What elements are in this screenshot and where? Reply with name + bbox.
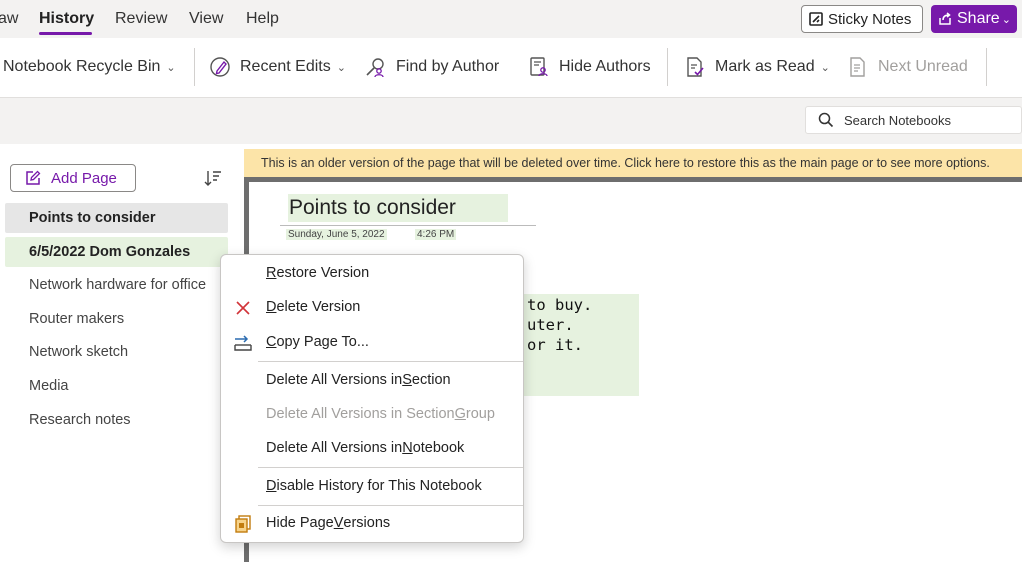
search-icon — [818, 112, 834, 128]
older-version-banner[interactable]: This is an older version of the page tha… — [244, 149, 1022, 177]
copy-page-to-label: opy Page To... — [276, 334, 369, 350]
delete-all-section-group-label-pre: Delete All Versions in Section — [266, 406, 455, 422]
restore-version-label: estore Version — [276, 265, 370, 281]
page-item[interactable]: Media — [5, 371, 228, 401]
title-divider — [280, 225, 536, 226]
copy-page-to-icon — [233, 333, 253, 353]
delete-x-icon — [233, 298, 253, 318]
ribbon-divider — [194, 48, 195, 86]
mark-as-read-button[interactable]: Mark as Read ⌄ — [683, 55, 830, 79]
delete-version-label: elete Version — [276, 299, 361, 315]
restore-version-accesskey: R — [266, 265, 277, 281]
delete-all-versions-notebook-item[interactable]: Delete All Versions in Notebook — [221, 433, 523, 463]
menu-review[interactable]: Review — [115, 10, 167, 28]
copy-page-to-accesskey: C — [266, 334, 277, 350]
menu-separator — [258, 361, 523, 362]
page-item[interactable]: Research notes — [5, 405, 228, 435]
page-versions-icon — [233, 514, 253, 534]
sort-icon[interactable] — [203, 168, 223, 188]
hide-page-versions-label-pre: Hide Page — [266, 515, 334, 531]
notebook-recycle-bin-label: Notebook Recycle Bin — [3, 58, 161, 75]
page-time: 4:26 PM — [415, 229, 457, 240]
mark-as-read-icon — [687, 57, 704, 77]
chevron-down-icon: ⌄ — [820, 61, 830, 74]
chevron-down-icon: ⌄ — [336, 61, 346, 74]
hide-page-versions-label: ersions — [343, 515, 391, 531]
delete-all-section-group-label: roup — [465, 406, 495, 422]
ribbon-divider — [986, 48, 987, 86]
hide-page-versions-accesskey: V — [333, 515, 344, 531]
sticky-notes-label: Sticky Notes — [828, 10, 912, 28]
share-icon — [939, 12, 951, 25]
body-text-line[interactable]: uter. — [527, 316, 574, 334]
next-unread-label: Next Unread — [878, 58, 968, 75]
menu-draw[interactable]: aw — [0, 10, 18, 28]
search-notebooks-input[interactable]: Search Notebooks — [805, 106, 1022, 134]
page-item[interactable]: Router makers — [5, 304, 228, 334]
delete-all-versions-section-group-item[interactable]: Delete All Versions in Section Group — [221, 399, 523, 429]
body-text-line[interactable]: to buy. — [527, 296, 592, 314]
chevron-down-icon: ⌄ — [1001, 13, 1011, 26]
restore-version-item[interactable]: Restore Version — [221, 258, 523, 288]
recent-edits-label: Recent Edits — [240, 58, 331, 75]
delete-all-section-group-accesskey: G — [454, 406, 466, 422]
menu-help[interactable]: Help — [246, 10, 279, 28]
delete-version-accesskey: D — [266, 299, 277, 315]
delete-all-notebook-label: otebook — [412, 440, 465, 456]
find-by-author-icon — [366, 58, 384, 78]
search-placeholder: Search Notebooks — [844, 112, 951, 128]
hide-authors-label: Hide Authors — [559, 58, 651, 75]
recent-edits-button[interactable]: Recent Edits ⌄ — [208, 55, 346, 79]
search-strip: Search Notebooks — [0, 98, 1022, 144]
menu-history[interactable]: History — [39, 10, 94, 28]
delete-all-section-label-pre: Delete All Versions in — [266, 372, 403, 388]
sticky-notes-button[interactable]: Sticky Notes — [801, 5, 923, 33]
context-menu: Restore Version Delete Version Copy Page… — [220, 254, 524, 543]
find-by-author-label: Find by Author — [396, 58, 500, 75]
hide-authors-icon — [530, 57, 548, 77]
page-version-item[interactable]: 6/5/2022 Dom Gonzales — [5, 237, 228, 267]
disable-history-label: isable History for This Notebook — [276, 478, 482, 494]
page-item[interactable]: Points to consider — [5, 203, 228, 233]
chevron-down-icon: ⌄ — [166, 61, 176, 74]
menu-view[interactable]: View — [189, 10, 223, 28]
delete-all-versions-section-item[interactable]: Delete All Versions in Section — [221, 365, 523, 395]
page-title[interactable]: Points to consider — [289, 196, 456, 220]
hide-authors-button[interactable]: Hide Authors — [527, 55, 651, 79]
disable-history-accesskey: D — [266, 478, 277, 494]
page-list-sidebar: Add Page Points to consider 6/5/2022 Dom… — [0, 144, 244, 562]
disable-history-item[interactable]: Disable History for This Notebook — [221, 471, 523, 501]
add-page-label: Add Page — [51, 169, 117, 187]
active-tab-indicator — [39, 32, 92, 35]
share-button[interactable]: Share ⌄ — [931, 5, 1017, 33]
next-unread-button[interactable]: Next Unread — [846, 55, 968, 79]
add-page-button[interactable]: Add Page — [10, 164, 136, 192]
menu-separator — [258, 467, 523, 468]
next-unread-icon — [850, 57, 865, 77]
delete-version-item[interactable]: Delete Version — [221, 292, 523, 322]
menu-separator — [258, 505, 523, 506]
share-label: Share — [957, 10, 1000, 27]
menu-bar: aw History Review View Help Sticky Notes… — [0, 0, 1022, 38]
ribbon: Notebook Recycle Bin ⌄ Recent Edits ⌄ Fi… — [0, 38, 1022, 98]
delete-all-section-accesskey: S — [402, 372, 412, 388]
notebook-recycle-bin-button[interactable]: Notebook Recycle Bin ⌄ — [3, 55, 176, 79]
page-date: Sunday, June 5, 2022 — [286, 229, 387, 240]
mark-as-read-label: Mark as Read — [715, 58, 815, 75]
page-item[interactable]: Network hardware for office — [5, 270, 228, 300]
find-by-author-button[interactable]: Find by Author — [364, 55, 499, 79]
body-text-line[interactable]: or it. — [527, 336, 583, 354]
page-item[interactable]: Network sketch — [5, 337, 228, 367]
delete-all-notebook-label-pre: Delete All Versions in — [266, 440, 403, 456]
delete-all-notebook-accesskey: N — [402, 440, 413, 456]
ribbon-divider — [667, 48, 668, 86]
delete-all-section-label: ection — [411, 372, 451, 388]
recent-edits-icon — [210, 57, 230, 77]
add-page-icon — [26, 170, 41, 185]
hide-page-versions-item[interactable]: Hide Page Versions — [221, 508, 523, 538]
sticky-note-icon — [809, 12, 823, 26]
copy-page-to-item[interactable]: Copy Page To... — [221, 327, 523, 357]
